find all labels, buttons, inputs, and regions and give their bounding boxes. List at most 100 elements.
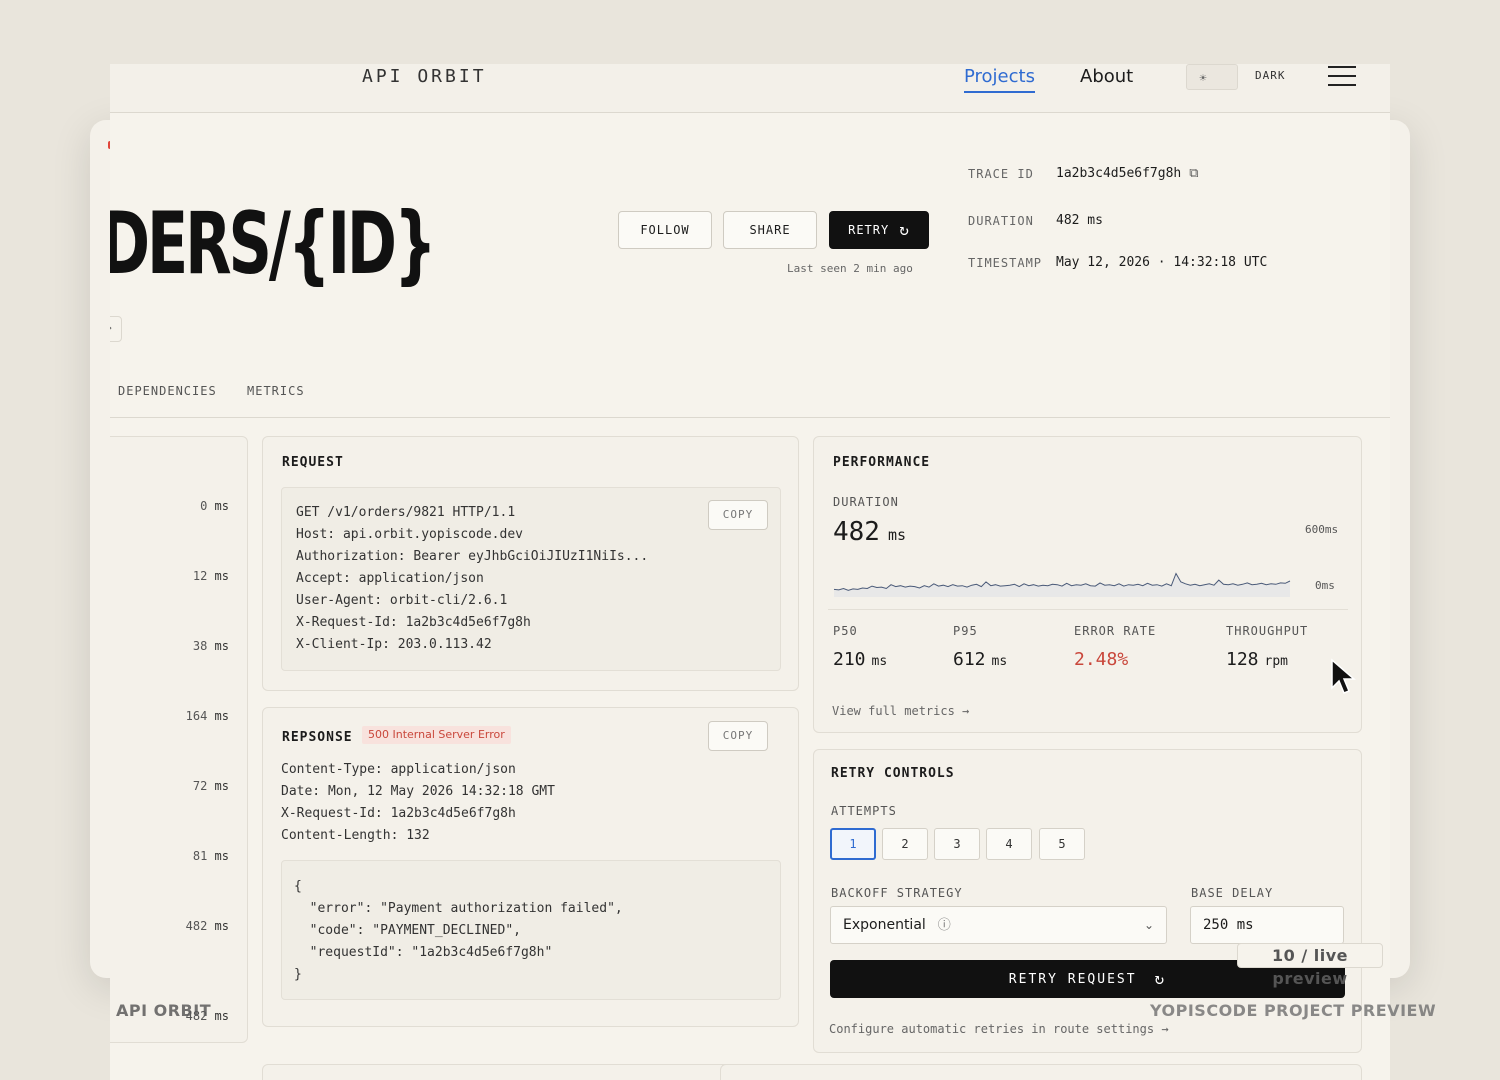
timeline-item: 38 ms bbox=[192, 639, 229, 653]
response-header-line: X-Request-Id: 1a2b3c4d5e6f7g8h bbox=[281, 806, 516, 821]
last-seen-text: Last seen 2 min ago bbox=[787, 262, 913, 275]
request-line: X-Request-Id: 1a2b3c4d5e6f7g8h bbox=[296, 615, 531, 630]
stat-error-rate-value: 2.48% bbox=[1074, 649, 1129, 670]
attempt-option-1[interactable]: 1 bbox=[830, 828, 876, 860]
retry-request-label: RETRY REQUEST bbox=[1008, 972, 1137, 987]
response-body-line: } bbox=[294, 967, 302, 982]
top-navigation-bar: API ORBIT Projects About ☀ DARK bbox=[110, 64, 1390, 113]
request-line: User-Agent: orbit-cli/2.6.1 bbox=[296, 593, 508, 608]
attempt-option-5[interactable]: 5 bbox=[1039, 828, 1085, 860]
chart-axis-min: 0ms bbox=[1315, 579, 1335, 592]
refresh-icon: ↻ bbox=[1154, 969, 1167, 988]
attempt-option-4[interactable]: 4 bbox=[986, 828, 1032, 860]
response-header-line: Date: Mon, 12 May 2026 14:32:18 GMT bbox=[281, 784, 555, 799]
stat-p95-value: 612 ms bbox=[953, 649, 1008, 670]
nav-projects-link[interactable]: Projects bbox=[964, 66, 1035, 93]
backoff-strategy-select[interactable]: Exponential ⓘ ⌄ bbox=[830, 906, 1167, 944]
route-title: DERS/{ID} bbox=[110, 194, 437, 294]
timeline-item: 0 ms bbox=[200, 499, 229, 513]
caption-left: API ORBIT bbox=[116, 1001, 212, 1020]
backoff-strategy-value: Exponential bbox=[843, 917, 926, 933]
response-body-line: "error": "Payment authorization failed", bbox=[294, 901, 623, 916]
trace-id-value: 1a2b3c4d5e6f7g8h ⧉ bbox=[1056, 166, 1199, 181]
trace-id-label: TRACE ID bbox=[968, 167, 1034, 181]
nav-about-link[interactable]: About bbox=[1080, 66, 1133, 87]
response-body-line: "requestId": "1a2b3c4d5e6f7g8h" bbox=[294, 945, 553, 960]
perf-divider bbox=[828, 609, 1348, 610]
response-header-line: Content-Type: application/json bbox=[281, 762, 516, 777]
brand-logo[interactable]: API ORBIT bbox=[362, 66, 487, 87]
bottom-panel-right bbox=[720, 1064, 1362, 1080]
stat-throughput-label: THROUGHPUT bbox=[1226, 624, 1309, 638]
attempt-option-2[interactable]: 2 bbox=[882, 828, 928, 860]
caption-right: YOPISCODE PROJECT PREVIEW bbox=[1150, 1001, 1437, 1020]
response-body-line: "code": "PAYMENT_DECLINED", bbox=[294, 923, 521, 938]
timeline-panel: 0 ms 12 ms 38 ms 164 ms 72 ms 81 ms 482 … bbox=[110, 436, 248, 1043]
sun-icon: ☀ bbox=[1199, 71, 1207, 85]
bottom-panel-left bbox=[262, 1064, 799, 1080]
performance-title: PERFORMANCE bbox=[833, 455, 931, 470]
backoff-strategy-label: BACKOFF STRATEGY bbox=[831, 886, 963, 900]
live-preview-badge: 10 / live preview bbox=[1237, 943, 1383, 988]
theme-toggle[interactable]: ☀ bbox=[1186, 64, 1238, 90]
duration-sparkline-chart bbox=[833, 572, 1291, 597]
request-panel: REQUEST GET /v1/orders/9821 HTTP/1.1 Hos… bbox=[262, 436, 799, 691]
perf-duration-label: DURATION bbox=[833, 495, 899, 509]
base-delay-label: BASE DELAY bbox=[1191, 886, 1274, 900]
timeline-item: 81 ms bbox=[192, 849, 229, 863]
response-title: REPSONSE bbox=[282, 730, 353, 745]
chevron-down-icon: ⌄ bbox=[1143, 918, 1154, 932]
request-title: REQUEST bbox=[282, 455, 344, 470]
trace-id-text: 1a2b3c4d5e6f7g8h bbox=[1056, 166, 1182, 181]
base-delay-input[interactable]: 250 ms bbox=[1190, 906, 1344, 944]
response-panel: REPSONSE COPY Content-Type: application/… bbox=[262, 707, 799, 1027]
view-full-metrics-link[interactable]: View full metrics → bbox=[832, 704, 969, 718]
info-icon[interactable]: ⓘ bbox=[938, 908, 951, 944]
retry-button-label: RETRY bbox=[848, 223, 890, 237]
request-line: X-Client-Ip: 203.0.113.42 bbox=[296, 637, 492, 652]
attempt-option-3[interactable]: 3 bbox=[934, 828, 980, 860]
timestamp-label: TIMESTAMP bbox=[968, 256, 1043, 270]
tab-bar: DEPENDENCIES METRICS bbox=[110, 382, 1390, 418]
duration-label: DURATION bbox=[968, 214, 1034, 228]
theme-dark-label[interactable]: DARK bbox=[1255, 69, 1286, 82]
timeline-item: 72 ms bbox=[192, 779, 229, 793]
copy-response-button[interactable]: COPY bbox=[708, 721, 768, 751]
request-line: Host: api.orbit.yopiscode.dev bbox=[296, 527, 523, 542]
duration-value: 482 ms bbox=[1056, 213, 1103, 228]
timeline-item: 12 ms bbox=[192, 569, 229, 583]
request-line: Authorization: Bearer eyJhbGciOiJIUzI1Ni… bbox=[296, 549, 649, 564]
retry-button[interactable]: RETRY ↻ bbox=[829, 211, 929, 249]
collapsed-pill-button[interactable]: › bbox=[110, 316, 122, 342]
timeline-item: 164 ms bbox=[185, 709, 229, 723]
request-line: Accept: application/json bbox=[296, 571, 484, 586]
copy-icon[interactable]: ⧉ bbox=[1189, 166, 1198, 181]
timestamp-value: May 12, 2026 · 14:32:18 UTC bbox=[1056, 255, 1268, 270]
performance-panel: PERFORMANCE DURATION 482 ms 600ms 0ms P50… bbox=[813, 436, 1362, 733]
stat-p95-label: P95 bbox=[953, 624, 978, 638]
share-button[interactable]: SHARE bbox=[723, 211, 817, 249]
request-code-block: GET /v1/orders/9821 HTTP/1.1 Host: api.o… bbox=[281, 487, 781, 671]
stat-throughput-value: 128 rpm bbox=[1226, 649, 1288, 670]
tab-dependencies[interactable]: DEPENDENCIES bbox=[118, 384, 217, 398]
timeline-item: 482 ms bbox=[185, 919, 229, 933]
stat-p50-label: P50 bbox=[833, 624, 858, 638]
page: API ORBIT Projects About ☀ DARK DERS/{ID… bbox=[110, 64, 1390, 1080]
mouse-cursor-icon bbox=[1331, 658, 1356, 694]
response-header-line: Content-Length: 132 bbox=[281, 828, 430, 843]
configure-retries-link[interactable]: Configure automatic retries in route set… bbox=[829, 1022, 1169, 1036]
copy-request-button[interactable]: COPY bbox=[708, 500, 768, 530]
follow-button[interactable]: FOLLOW bbox=[618, 211, 712, 249]
refresh-icon: ↻ bbox=[899, 220, 910, 239]
stat-p50-value: 210 ms bbox=[833, 649, 888, 670]
request-line: GET /v1/orders/9821 HTTP/1.1 bbox=[296, 505, 516, 520]
sparkline-area bbox=[834, 573, 1290, 597]
response-body-line: { bbox=[294, 879, 302, 894]
retry-controls-title: RETRY CONTROLS bbox=[831, 766, 955, 781]
chart-axis-max: 600ms bbox=[1305, 523, 1339, 536]
response-body-block: { "error": "Payment authorization failed… bbox=[281, 860, 781, 1000]
stat-error-rate-label: ERROR RATE bbox=[1074, 624, 1157, 638]
status-badge: 500 Internal Server Error bbox=[362, 726, 511, 744]
hamburger-menu-icon[interactable] bbox=[1328, 66, 1356, 88]
tab-metrics[interactable]: METRICS bbox=[247, 384, 305, 398]
